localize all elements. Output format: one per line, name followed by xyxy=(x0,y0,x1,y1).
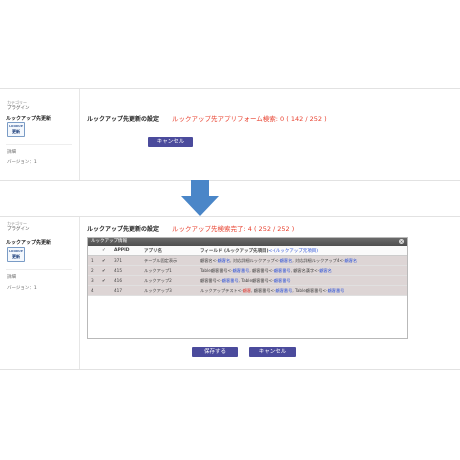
row-checkbox[interactable]: ✔ xyxy=(102,268,106,273)
field-segment: 顧客名 xyxy=(217,258,231,263)
plugin-label: プラグイン xyxy=(7,227,30,232)
page-title: ルックアップ先更新の設定 xyxy=(87,116,160,123)
plugin-name: ルックアップ先更新 xyxy=(6,116,52,122)
field-segment: 顧客名 xyxy=(344,258,358,263)
lookup-info-table: ルックアップ情報 × ✓ APPID アプリ名 フィールド (ルックアップ先項目… xyxy=(87,237,408,339)
detail-link[interactable]: 詳細 xyxy=(7,149,16,155)
sidebar: カテゴリー プラグイン ルックアップ先更新 LOOKUP 更新 詳細 バージョン… xyxy=(0,217,80,369)
table-header-row: ✓ APPID アプリ名 フィールド (ルックアップ先項目)<-(ルックアップ元… xyxy=(88,246,407,256)
field-segment: 顧客名 xyxy=(279,258,293,263)
row-number: 3 xyxy=(91,278,94,283)
row-app-name: ルックアップ2 xyxy=(144,278,172,283)
version-label: バージョン：1 xyxy=(7,286,37,291)
settings-panel-before: カテゴリー プラグイン ルックアップ先更新 LOOKUP 更新 詳細 バージョン… xyxy=(0,88,460,181)
detail-link[interactable]: 詳細 xyxy=(7,274,16,280)
field-segment: 顧客番号 xyxy=(273,278,291,283)
close-icon[interactable]: × xyxy=(399,239,404,244)
sidebar-divider xyxy=(6,144,72,145)
arrow-down-icon xyxy=(181,180,219,216)
table-row[interactable]: 4 417 ルックアップ3 ルックアップテスト<-顧客, 顧客番号<-顧客番号, Ta… xyxy=(88,286,407,296)
status-text: ルックアップ先検索完了: 4 ( 252 / 252 ) xyxy=(172,225,295,233)
row-app-name: テーブル固定表示 xyxy=(144,258,178,263)
row-checkbox[interactable]: ✔ xyxy=(102,258,106,263)
sidebar: カテゴリー プラグイン ルックアップ先更新 LOOKUP 更新 詳細 バージョン… xyxy=(0,89,80,180)
row-number: 2 xyxy=(91,268,94,273)
sidebar-divider xyxy=(6,269,72,270)
field-segment: , Table顧客番号<- xyxy=(292,288,328,293)
plugin-icon: LOOKUP 更新 xyxy=(7,247,25,262)
table-row[interactable]: 2 ✔ 415 ルックアップ1 Table顧客番号<-顧客番号, 顧客番号<-顧客番号,… xyxy=(88,266,407,276)
field-segment: , 対応詳細ルックアップ4<- xyxy=(292,258,345,263)
row-field: Table顧客番号<-顧客番号, 顧客番号<-顧客番号, 顧客名漢字<-顧客名 xyxy=(200,268,332,274)
row-field: 顧客番号<-顧客番号, Table顧客番号<-顧客番号 xyxy=(200,278,291,284)
row-field: ルックアップテスト<-顧客, 顧客番号<-顧客番号, Table顧客番号<-顧客… xyxy=(200,288,344,294)
plugin-name: ルックアップ先更新 xyxy=(6,240,52,246)
field-segment: 顧客番号 xyxy=(221,278,239,283)
field-segment: 顧客名<- xyxy=(200,258,218,263)
save-button[interactable]: 保存する xyxy=(192,347,238,357)
row-app-name: ルックアップ3 xyxy=(144,288,172,293)
field-segment: , 顧客番号<- xyxy=(249,268,274,273)
version-label: バージョン：1 xyxy=(7,160,37,165)
row-appid: 415 xyxy=(114,268,122,273)
field-segment: , Table顧客番号<- xyxy=(238,278,274,283)
row-appid: 371 xyxy=(114,258,122,263)
header-appid: APPID xyxy=(114,248,130,253)
field-segment: , 顧客名漢字<- xyxy=(290,268,320,273)
field-segment: 顧客番号 xyxy=(273,268,291,273)
plugin-label: プラグイン xyxy=(7,106,30,111)
row-appid: 416 xyxy=(114,278,122,283)
row-field: 顧客名<-顧客名, 対応詳細ルックアップ<-顧客名, 対応詳細ルックアップ4<-… xyxy=(200,258,357,264)
field-segment: 顧客番号 xyxy=(232,268,250,273)
field-segment: Table顧客番号<- xyxy=(200,268,233,273)
header-field: フィールド (ルックアップ先項目)<-(ルックアップ元項目) xyxy=(200,249,318,254)
field-segment: 顧客 xyxy=(242,288,252,293)
page-title: ルックアップ先更新の設定 xyxy=(87,226,160,233)
cancel-button[interactable]: キャンセル xyxy=(249,347,296,357)
field-segment: 顧客名 xyxy=(319,268,332,273)
plugin-icon: LOOKUP 更新 xyxy=(7,122,25,137)
status-text: ルックアップ先アプリフォーム検索: 0 ( 142 / 252 ) xyxy=(172,115,327,123)
field-segment: 顧客番号<- xyxy=(200,278,222,283)
row-app-name: ルックアップ1 xyxy=(144,268,172,273)
field-segment: , 顧客番号<- xyxy=(251,288,276,293)
table-caption: ルックアップ情報 xyxy=(91,239,127,244)
field-segment: 顧客番号 xyxy=(275,288,293,293)
table-row[interactable]: 3 ✔ 416 ルックアップ2 顧客番号<-顧客番号, Table顧客番号<-顧客番号 xyxy=(88,276,407,286)
row-checkbox[interactable]: ✔ xyxy=(102,278,106,283)
header-app-name: アプリ名 xyxy=(144,249,162,254)
row-number: 4 xyxy=(91,288,94,293)
table-caption-bar: ルックアップ情報 × xyxy=(88,238,407,246)
table-row[interactable]: 1 ✔ 371 テーブル固定表示 顧客名<-顧客名, 対応詳細ルックアップ<-顧客名, … xyxy=(88,256,407,266)
cancel-button[interactable]: キャンセル xyxy=(148,137,193,147)
field-segment: , 対応詳細ルックアップ<- xyxy=(230,258,280,263)
row-appid: 417 xyxy=(114,288,122,293)
header-check: ✓ xyxy=(102,248,106,253)
field-segment: 顧客番号 xyxy=(327,288,345,293)
row-number: 1 xyxy=(91,258,94,263)
field-segment: ルックアップテスト<- xyxy=(200,288,243,293)
